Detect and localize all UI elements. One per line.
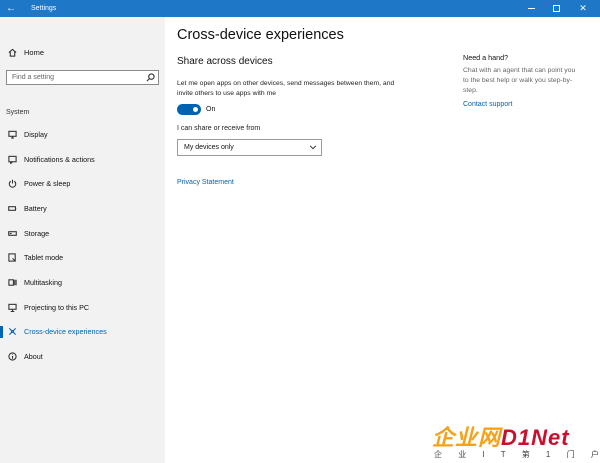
sidebar-item-label: Storage [24,228,50,238]
watermark-main-b: D1Net [501,425,570,450]
notifications-icon [0,155,24,164]
tablet-mode-icon [0,253,24,262]
window-title: Settings [31,5,57,12]
page-title: Cross-device experiences [177,27,344,43]
projecting-icon [0,303,24,312]
sidebar-item-about[interactable]: About [0,344,165,369]
settings-window: ← Settings ✕ Home Find a setting System [0,0,600,463]
sidebar-item-label: Power & sleep [24,179,71,189]
cross-device-icon [0,327,24,336]
info-icon [0,352,24,361]
monitor-icon [0,130,24,139]
sidebar-item-label: Display [24,129,48,139]
minimize-icon[interactable] [520,0,542,17]
chevron-down-icon [309,145,317,150]
search-icon[interactable] [146,73,155,82]
watermark-main: 企业网D1Net [432,420,570,452]
sidebar-item-label: Tablet mode [24,253,64,263]
help-body: Chat with an agent that can point you to… [463,67,576,94]
sidebar-item-battery[interactable]: Battery [0,196,165,221]
search-placeholder: Find a setting [12,74,55,81]
contact-support-link[interactable]: Contact support [463,101,512,108]
sidebar-item-label: About [24,352,43,362]
dropdown-value: My devices only [184,144,234,151]
help-title: Need a hand? [463,53,509,62]
home-icon [0,48,24,57]
sidebar-item-label: Notifications & actions [24,154,95,164]
sidebar-item-notifications[interactable]: Notifications & actions [0,147,165,172]
maximize-icon[interactable] [545,0,567,17]
toggle-knob [193,107,198,112]
sidebar-item-display[interactable]: Display [0,122,165,147]
sidebar-item-label: Battery [24,203,47,213]
share-toggle[interactable] [177,104,201,115]
title-bar: ← Settings ✕ [0,0,600,17]
watermark-logo: 企业网D1Net 企 业 I T 第 1 门 户 [432,420,600,463]
search-input[interactable]: Find a setting [6,70,159,85]
sidebar-item-projecting[interactable]: Projecting to this PC [0,295,165,320]
sidebar-item-multitasking[interactable]: Multitasking [0,270,165,295]
section-subtitle: Share across devices [177,56,273,67]
share-from-label: I can share or receive from [177,125,261,132]
sidebar-item-cross-device[interactable]: Cross-device experiences [0,320,165,345]
privacy-statement-link[interactable]: Privacy Statement [177,179,234,186]
sidebar-item-label: Cross-device experiences [24,327,107,337]
sidebar-item-tablet-mode[interactable]: Tablet mode [0,245,165,270]
sidebar-item-home[interactable]: Home [0,43,165,61]
sidebar-item-label: Multitasking [24,277,62,287]
sidebar-item-label: Home [24,47,45,57]
battery-icon [0,204,24,213]
toggle-state-label: On [206,106,216,113]
storage-icon [0,229,24,238]
sidebar-item-label: Projecting to this PC [24,302,90,312]
sidebar: Home Find a setting System Display Notif… [0,17,165,463]
sidebar-item-storage[interactable]: Storage [0,221,165,246]
watermark-main-a: 企业网 [432,425,502,450]
sidebar-item-power[interactable]: Power & sleep [0,171,165,196]
close-icon[interactable]: ✕ [572,0,594,17]
multitasking-icon [0,278,24,287]
nav-list: Display Notifications & actions Power & … [0,122,165,369]
back-arrow-icon[interactable]: ← [0,0,22,17]
watermark-sub: 企 业 I T 第 1 门 户 [434,450,600,459]
setting-description: Let me open apps on other devices, send … [177,80,395,97]
section-title: System [6,109,30,116]
power-icon [0,179,24,188]
share-from-dropdown[interactable]: My devices only [177,139,322,156]
